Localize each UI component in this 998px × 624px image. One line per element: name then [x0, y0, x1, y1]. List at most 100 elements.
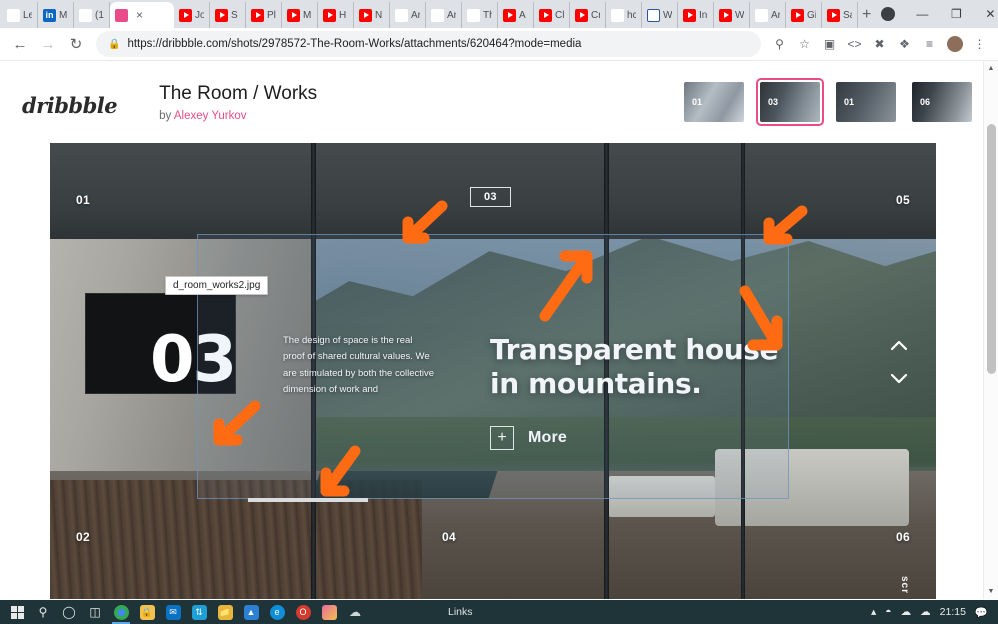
browser-tab-1[interactable]: in M	[38, 2, 74, 28]
browser-tab-9[interactable]: N	[354, 2, 390, 28]
browser-tab-13[interactable]: A	[498, 2, 534, 28]
author-link[interactable]: Alexey Yurkov	[174, 110, 247, 122]
edge-icon[interactable]: e	[264, 600, 290, 624]
browser-tab-5[interactable]: S	[210, 2, 246, 28]
amazon-icon: a	[431, 8, 444, 22]
profile-avatar-icon[interactable]	[942, 31, 967, 57]
store-icon[interactable]: 🔒	[134, 600, 160, 624]
youtube-icon	[575, 8, 588, 22]
puzzle-colored-icon[interactable]: ✖	[867, 31, 892, 57]
thumbnail-4[interactable]: 06	[908, 78, 976, 126]
browser-tab-20[interactable]: a Ar	[750, 2, 786, 28]
browser-tab-4[interactable]: Jo	[174, 2, 210, 28]
page-scrollbar[interactable]: ▲ ▼	[983, 61, 998, 599]
screenshot-icon[interactable]: ▣	[817, 31, 842, 57]
photos-icon[interactable]	[316, 600, 342, 624]
gmail-icon: M	[7, 8, 20, 22]
plus-icon: +	[490, 426, 514, 450]
zoom-icon[interactable]: ⚲	[767, 31, 792, 57]
back-button[interactable]: ←	[6, 30, 34, 58]
browser-tab-label: H	[339, 9, 347, 21]
window-close-button[interactable]: ✕	[973, 0, 998, 28]
youtube-icon	[215, 8, 228, 22]
scrollbar-down-arrow[interactable]: ▼	[984, 584, 998, 599]
browser-tab-3[interactable]: ×	[110, 2, 174, 28]
address-bar[interactable]: 🔒 https://dribbble.com/shots/2978572-The…	[96, 31, 761, 57]
browser-tab-2[interactable]: Ⓟ (1	[74, 2, 110, 28]
system-tray[interactable]: ▴ ◓ ☁ ☁ 21:15 💬	[871, 606, 994, 619]
window-profile-icon[interactable]	[871, 0, 905, 28]
onedrive-icon[interactable]: ☁	[920, 606, 931, 618]
pinterest-icon: Ⓟ	[79, 8, 92, 22]
chevron-down-icon[interactable]	[890, 372, 908, 387]
chevron-up-icon[interactable]: ▴	[871, 606, 876, 618]
extensions-icon[interactable]: ❖	[892, 31, 917, 57]
browser-tab-10[interactable]: a Ar	[390, 2, 426, 28]
reload-button[interactable]: ↻	[62, 30, 90, 58]
browser-tab-8[interactable]: H	[318, 2, 354, 28]
notification-icon[interactable]: 💬	[975, 606, 988, 619]
onedrive-icon[interactable]: ☁	[342, 600, 368, 624]
browser-tab-16[interactable]: Ghc	[606, 2, 642, 28]
browser-tab-19[interactable]: W	[714, 2, 750, 28]
slide-navigation[interactable]	[890, 339, 908, 387]
cloud-icon[interactable]: ☁	[901, 606, 912, 618]
dribbble-logo[interactable]: dribbble	[22, 93, 118, 118]
youtube-icon	[359, 8, 372, 22]
headline-line-2: in mountains.	[490, 366, 702, 400]
thumbnail-1[interactable]: 01	[680, 78, 748, 126]
browser-tab-label: Ar	[447, 9, 456, 21]
thumbnail-2[interactable]: 03	[756, 78, 824, 126]
browser-tab-0[interactable]: MLe	[2, 2, 38, 28]
app-blue-icon[interactable]: ▲	[238, 600, 264, 624]
code-icon[interactable]: <>	[842, 31, 867, 57]
more-button[interactable]: + More	[490, 426, 567, 450]
more-menu-icon[interactable]: ⋮	[967, 31, 992, 57]
browser-tab-strip[interactable]: MLeinMⓅ(1×JoSPlMHNaAraAraThAClCrGhcWWInW…	[0, 0, 998, 28]
browser-tab-17[interactable]: WW	[642, 2, 678, 28]
bookmark-star-icon[interactable]: ☆	[792, 31, 817, 57]
new-tab-button[interactable]: +	[862, 2, 871, 28]
thumbnail-strip[interactable]: 01 03 01 06	[680, 78, 976, 126]
opera-icon[interactable]: O	[290, 600, 316, 624]
scrollbar-up-arrow[interactable]: ▲	[984, 61, 998, 76]
taskbar-links-label[interactable]: Links	[448, 606, 473, 618]
shot-image-viewer[interactable]: 01 03 05 02 04 06 03 The design of space…	[50, 143, 936, 599]
window-maximize-button[interactable]: ❐	[939, 0, 973, 28]
start-icon[interactable]	[4, 600, 30, 624]
browser-tab-7[interactable]: M	[282, 2, 318, 28]
browser-tab-11[interactable]: a Ar	[426, 2, 462, 28]
file-explorer-icon[interactable]: 📁	[212, 600, 238, 624]
chrome-icon[interactable]	[108, 600, 134, 624]
browser-tab-15[interactable]: Cr	[570, 2, 606, 28]
browser-toolbar: ← → ↻ 🔒 https://dribbble.com/shots/29785…	[0, 28, 998, 61]
browser-tab-label: M	[303, 9, 312, 21]
task-view-icon[interactable]: ◫	[82, 600, 108, 624]
browser-tab-14[interactable]: Cl	[534, 2, 570, 28]
browser-tab-6[interactable]: Pl	[246, 2, 282, 28]
by-prefix: by	[159, 109, 174, 122]
windows-taskbar[interactable]: ⚲ ◯ ◫ 🔒 ✉ ⇅ 📁 ▲ e O ☁ Links ▴ ◓ ☁ ☁ 21:1…	[0, 600, 998, 624]
scrollbar-thumb[interactable]	[987, 124, 996, 374]
cortana-icon[interactable]: ◯	[56, 600, 82, 624]
browser-tab-12[interactable]: aTh	[462, 2, 498, 28]
clock[interactable]: 21:15	[940, 606, 966, 618]
sync-icon[interactable]: ⇅	[186, 600, 212, 624]
chevron-up-icon[interactable]	[890, 339, 908, 354]
mail-icon[interactable]: ✉	[160, 600, 186, 624]
browser-tab-label: A	[519, 9, 526, 21]
window-controls[interactable]: — ❐ ✕	[871, 0, 998, 28]
youtube-icon	[719, 8, 732, 22]
browser-tab-label: hc	[627, 9, 636, 21]
search-icon[interactable]: ⚲	[30, 600, 56, 624]
thumbnail-3[interactable]: 01	[832, 78, 900, 126]
body-copy: The design of space is the real proof of…	[283, 335, 435, 395]
browser-tab-21[interactable]: Gi	[786, 2, 822, 28]
reading-list-icon[interactable]: ≡	[917, 31, 942, 57]
window-minimize-button[interactable]: —	[905, 0, 939, 28]
close-icon[interactable]: ×	[136, 9, 143, 21]
browser-tab-18[interactable]: In	[678, 2, 714, 28]
wifi-icon[interactable]: ◓	[885, 606, 891, 618]
browser-tab-22[interactable]: Sa	[822, 2, 858, 28]
forward-button[interactable]: →	[34, 30, 62, 58]
